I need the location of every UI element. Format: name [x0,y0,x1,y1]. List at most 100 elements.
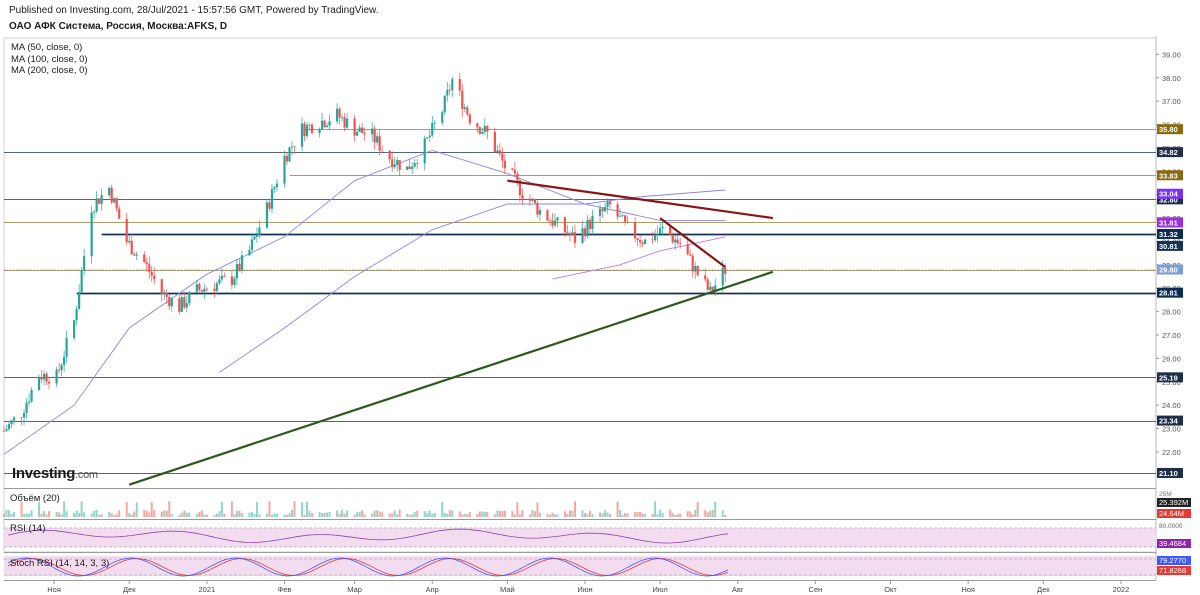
candle-body [583,228,587,237]
candle-body [373,128,376,143]
candle-body [533,199,537,203]
candle-body [724,267,727,274]
candle-body [113,198,116,203]
candle-body [293,146,296,148]
stoch-d-tag: 71.8268 [1159,566,1186,575]
x-tick-label: Дек [123,585,136,594]
candle-body [220,275,223,280]
candle [396,156,399,172]
candle [644,238,647,245]
volume-bar [233,514,236,517]
volume-bar [318,511,321,517]
candle-body [588,219,592,229]
x-tick-label: 2022 [1113,585,1130,594]
candle-body [568,234,572,236]
candle [125,212,128,246]
candle-body [396,160,399,165]
candle [45,371,48,386]
candle-body [153,275,156,280]
volume-bar [433,512,436,517]
candle [300,117,304,152]
volume-bar [546,513,549,517]
candle-body [704,275,707,280]
candle [468,113,471,126]
candle-body [591,215,594,229]
volume-bar [466,514,469,517]
x-tick-label: Ноя [47,585,61,594]
candle-body [676,239,679,244]
candle-body [513,169,516,174]
candle-body [443,95,446,113]
candle-body [213,288,216,291]
candle-body [428,135,431,138]
candle-body [476,123,479,128]
volume-bar [258,514,261,517]
volume-bar [586,514,589,517]
level-tag: 35.80 [1159,125,1178,134]
volume-bar [686,511,689,517]
candle [90,206,93,264]
candle-body [25,402,28,414]
candle-body [501,153,504,161]
volume-bar [288,513,291,517]
candle [406,166,409,171]
candle-body [200,289,203,292]
candle [130,233,133,256]
candle [443,95,446,115]
candle-body [626,221,629,223]
candle [651,231,654,244]
candle-body [40,377,43,380]
candle [501,147,504,169]
candle [47,378,51,390]
candle [689,249,692,256]
candle [108,187,111,198]
candle [318,127,321,138]
candle-body [358,127,361,132]
candle-body [406,166,409,170]
volume-bar [704,510,707,517]
price-chart[interactable]: 22.0023.0024.0025.0026.0027.0028.0029.00… [0,0,1200,595]
candle [378,129,381,156]
candle [10,419,13,429]
candle-body [290,146,294,148]
candle [328,114,331,130]
volume-bar [346,510,349,517]
candle [143,251,146,264]
candle [376,132,379,146]
volume-bar [180,512,183,517]
candle [356,129,359,136]
volume-bar [674,514,677,517]
candle-body [391,159,394,168]
volume-bar [353,514,356,517]
candle [55,366,58,388]
candle-body [10,420,13,425]
volume-bar [110,513,113,517]
volume-bar [268,501,271,517]
y-tick-label: 38.00 [1162,74,1181,83]
candle-body [398,160,401,170]
volume-bar [341,509,344,517]
candle-body [616,204,619,217]
candle-body [205,288,208,290]
candle [546,209,549,222]
candle [588,217,592,235]
volume-bar [143,509,146,517]
candle [238,259,241,272]
candle-body [310,124,314,134]
volume-bar [431,513,434,517]
candle-body [37,377,41,391]
candle-body [531,199,534,201]
y-tick-label: 39.00 [1162,50,1181,59]
candle-body [335,108,339,122]
candle [433,120,436,130]
volume-bar [496,510,499,517]
volume-bar [291,509,293,517]
y-tick-label: 37.00 [1162,97,1181,106]
volume-bar [336,510,339,517]
volume-bar [135,502,138,517]
candle-body [318,129,321,134]
candle [5,424,8,432]
candle-body [188,292,191,304]
volume-bar [381,512,384,517]
candle-body [623,215,627,222]
